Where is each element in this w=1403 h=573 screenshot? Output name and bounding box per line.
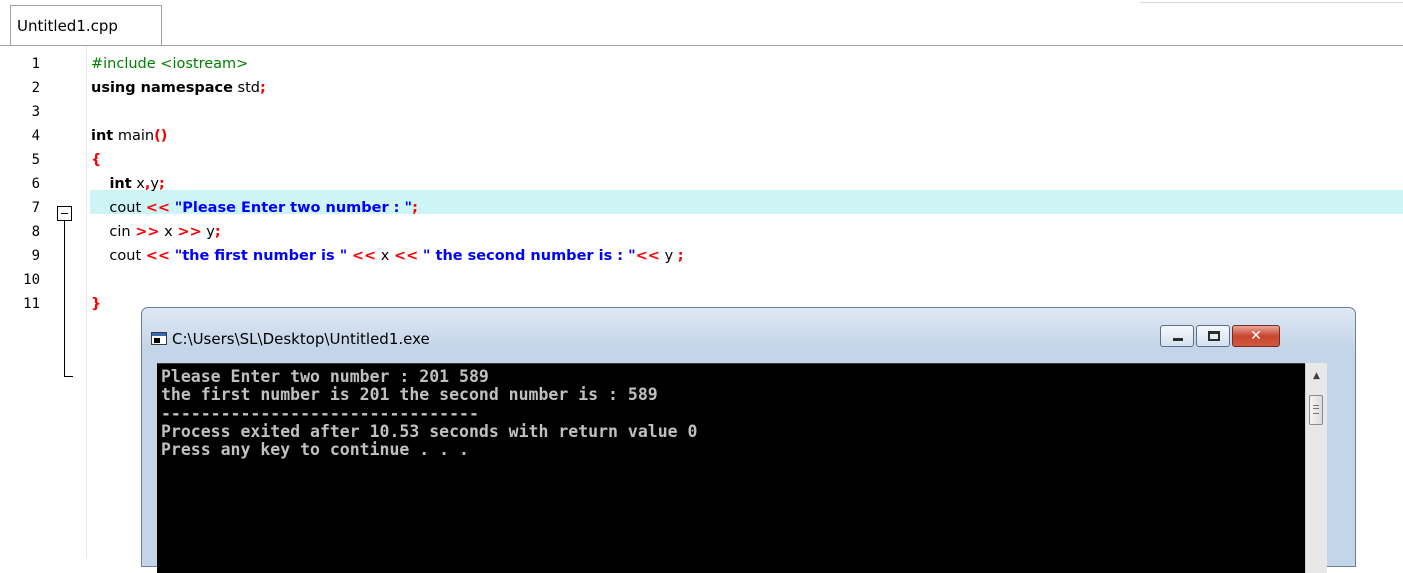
code-token: ;	[412, 200, 418, 216]
console-window-icon	[151, 332, 167, 345]
code-token: using namespace	[91, 80, 233, 96]
console-output-text: Please Enter two number : 201 589 the fir…	[161, 367, 698, 460]
line-number: 9	[31, 248, 40, 264]
code-token: ;	[677, 248, 684, 264]
code-token: "Please Enter two number : "	[174, 200, 413, 216]
code-token: cin	[91, 224, 136, 240]
code-token: <<	[394, 248, 419, 264]
code-token: " the second number is : "	[422, 248, 636, 264]
line-number: 6	[31, 176, 40, 192]
code-token: >>	[135, 224, 160, 240]
code-token: std	[232, 80, 261, 96]
code-token: <<	[145, 248, 171, 264]
code-token: {	[91, 152, 102, 168]
code-line: }	[91, 292, 101, 316]
line-number: 5	[31, 152, 40, 168]
scroll-up-arrow-icon[interactable]: ▲	[1306, 363, 1327, 385]
fold-collapse-icon[interactable]	[57, 206, 72, 221]
line-number: 2	[31, 80, 40, 96]
line-number: 10	[23, 272, 40, 288]
fold-guide-line	[64, 221, 65, 377]
code-token: x	[376, 248, 394, 264]
maximize-button[interactable]	[1196, 325, 1230, 347]
code-token: <<	[635, 248, 660, 264]
line-number: 4	[31, 128, 40, 144]
code-token: cout	[91, 200, 146, 216]
code-token: "the first number is "	[174, 248, 348, 264]
code-token: int	[91, 128, 114, 144]
code-token: cout	[91, 248, 146, 264]
console-window[interactable]: C:\Users\SL\Desktop\Untitled1.exe Please…	[141, 307, 1356, 573]
code-token: }	[91, 296, 102, 312]
code-token: ;	[260, 80, 266, 96]
code-token: ;	[158, 176, 165, 192]
minimize-button[interactable]	[1160, 325, 1194, 347]
line-number: 8	[31, 224, 40, 240]
code-line: cout << "Please Enter two number : ";	[91, 196, 418, 220]
tab-bar-top-border	[1140, 2, 1403, 3]
code-token: main	[113, 128, 155, 144]
code-token: ;	[214, 224, 221, 240]
code-token: int	[109, 176, 132, 192]
code-line: using namespace std;	[91, 76, 266, 100]
code-token: >>	[177, 224, 202, 240]
console-scrollbar[interactable]: ▲	[1305, 363, 1327, 573]
code-token: <<	[351, 248, 377, 264]
editor-tab-bar: Untitled1.cpp	[0, 0, 1403, 46]
code-token: ()	[154, 128, 168, 144]
scroll-thumb[interactable]	[1309, 395, 1323, 425]
code-token: x	[159, 224, 178, 240]
line-number: 1	[31, 56, 40, 72]
code-line: {	[91, 148, 101, 172]
close-button[interactable]	[1232, 325, 1280, 347]
line-number: 7	[31, 200, 40, 216]
code-token: x	[131, 176, 145, 192]
console-output-line: the first number is 201 the second numbe…	[161, 385, 658, 405]
code-token: y	[201, 224, 215, 240]
code-token: #include <iostream>	[91, 56, 249, 72]
code-line: int main()	[91, 124, 167, 148]
fold-guide-end	[64, 376, 73, 377]
line-number-gutter: 1 2 3 4 5 6 7 8 9 10 11	[0, 46, 86, 558]
code-line: cout << "the first number is " << x << "…	[91, 244, 684, 268]
tab-untitled1-cpp[interactable]: Untitled1.cpp	[10, 5, 162, 46]
code-token: y	[150, 176, 159, 192]
console-output-line: Process exited after 10.53 seconds with …	[161, 421, 698, 441]
console-output-area[interactable]: Please Enter two number : 201 589 the fir…	[157, 363, 1305, 573]
code-line: int x,y;	[91, 172, 165, 196]
code-token: <<	[145, 200, 171, 216]
console-output-line: Press any key to continue . . .	[161, 440, 469, 460]
console-output-line: --------------------------------	[161, 403, 479, 423]
console-window-title: C:\Users\SL\Desktop\Untitled1.exe	[172, 330, 430, 348]
line-number: 11	[23, 296, 40, 312]
line-number: 3	[31, 104, 40, 120]
code-line: cin >> x >> y;	[91, 220, 221, 244]
tab-label: Untitled1.cpp	[17, 17, 118, 35]
code-token: y	[659, 248, 678, 264]
console-output-line: Please Enter two number : 201 589	[161, 367, 489, 386]
code-line: #include <iostream>	[91, 52, 248, 76]
